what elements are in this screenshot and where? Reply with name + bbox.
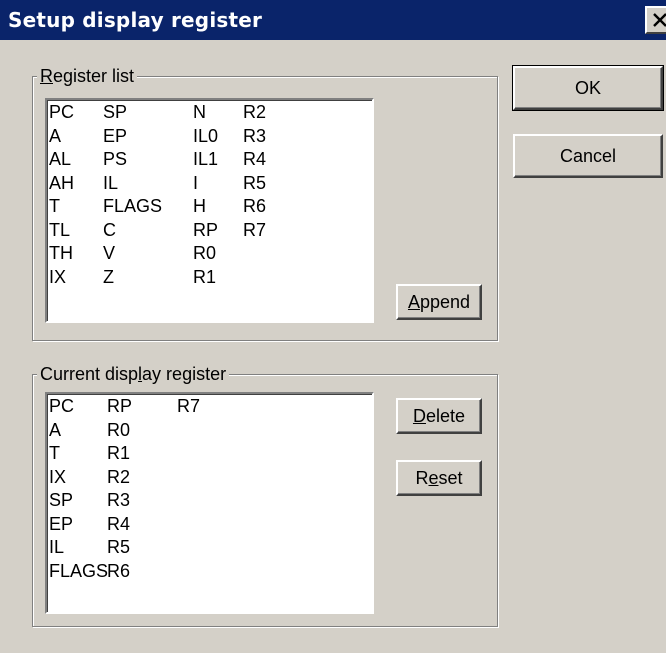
window-title: Setup display register xyxy=(8,8,263,32)
list-item[interactable]: R6 xyxy=(243,195,266,217)
list-item[interactable]: R0 xyxy=(193,242,216,264)
list-item[interactable]: FLAGS xyxy=(49,560,108,582)
list-item[interactable]: RP xyxy=(193,219,218,241)
current-display-box[interactable]: PC A T IX SP EP IL FLAGS RP R0 R1 R2 R3 R4 R5 R6 R7 xyxy=(45,392,374,614)
list-item[interactable]: H xyxy=(193,195,206,217)
list-item[interactable]: IX xyxy=(49,266,66,288)
list-item[interactable]: V xyxy=(103,242,115,264)
list-item[interactable]: R4 xyxy=(107,513,130,535)
list-item[interactable]: R4 xyxy=(243,148,266,170)
ok-button[interactable]: OK xyxy=(512,65,664,111)
list-item[interactable]: SP xyxy=(49,489,73,511)
list-item[interactable]: R2 xyxy=(243,101,266,123)
list-item[interactable]: R7 xyxy=(243,219,266,241)
delete-button[interactable]: Delete xyxy=(396,398,482,434)
register-list-label: Register list xyxy=(37,66,138,86)
list-item[interactable]: FLAGS xyxy=(103,195,162,217)
list-item[interactable]: EP xyxy=(103,125,127,147)
list-item[interactable]: R0 xyxy=(107,419,130,441)
list-item[interactable]: R2 xyxy=(107,466,130,488)
list-item[interactable]: A xyxy=(49,125,61,147)
list-item[interactable]: AL xyxy=(49,148,71,170)
title-bar: Setup display register xyxy=(0,0,666,40)
list-item[interactable]: R7 xyxy=(177,395,200,417)
list-item[interactable]: R1 xyxy=(193,266,216,288)
list-item[interactable]: R3 xyxy=(107,489,130,511)
list-item[interactable]: T xyxy=(49,442,60,464)
list-item[interactable]: EP xyxy=(49,513,73,535)
list-item[interactable]: RP xyxy=(107,395,132,417)
register-list-box[interactable]: PC A AL AH T TL TH IX SP EP PS IL FLAGS C V Z N IL0 IL1 I H R… xyxy=(45,98,374,323)
list-item[interactable]: SP xyxy=(103,101,127,123)
list-item[interactable]: IX xyxy=(49,466,66,488)
list-item[interactable]: IL xyxy=(49,536,64,558)
list-item[interactable]: AH xyxy=(49,172,74,194)
list-item[interactable]: IL0 xyxy=(193,125,218,147)
list-item[interactable]: C xyxy=(103,219,116,241)
list-item[interactable]: T xyxy=(49,195,60,217)
list-item[interactable]: Z xyxy=(103,266,114,288)
close-button[interactable] xyxy=(645,6,666,34)
current-display-label: Current display register xyxy=(37,364,230,384)
list-item[interactable]: R1 xyxy=(107,442,130,464)
list-item[interactable]: PC xyxy=(49,395,74,417)
list-item[interactable]: R3 xyxy=(243,125,266,147)
list-item[interactable]: TL xyxy=(49,219,70,241)
list-item[interactable]: N xyxy=(193,101,206,123)
list-item[interactable]: PC xyxy=(49,101,74,123)
list-item[interactable]: R6 xyxy=(107,560,130,582)
append-button[interactable]: Append xyxy=(396,284,482,320)
reset-button[interactable]: Re set xyxy=(396,460,482,496)
list-item[interactable]: A xyxy=(49,419,61,441)
list-item[interactable]: TH xyxy=(49,242,73,264)
list-item[interactable]: PS xyxy=(103,148,127,170)
list-item[interactable]: IL xyxy=(103,172,118,194)
list-item[interactable]: I xyxy=(193,172,198,194)
cancel-button[interactable]: Cancel xyxy=(513,134,663,178)
list-item[interactable]: IL1 xyxy=(193,148,218,170)
list-item[interactable]: R5 xyxy=(243,172,266,194)
list-item[interactable]: R5 xyxy=(107,536,130,558)
close-icon xyxy=(653,13,666,27)
